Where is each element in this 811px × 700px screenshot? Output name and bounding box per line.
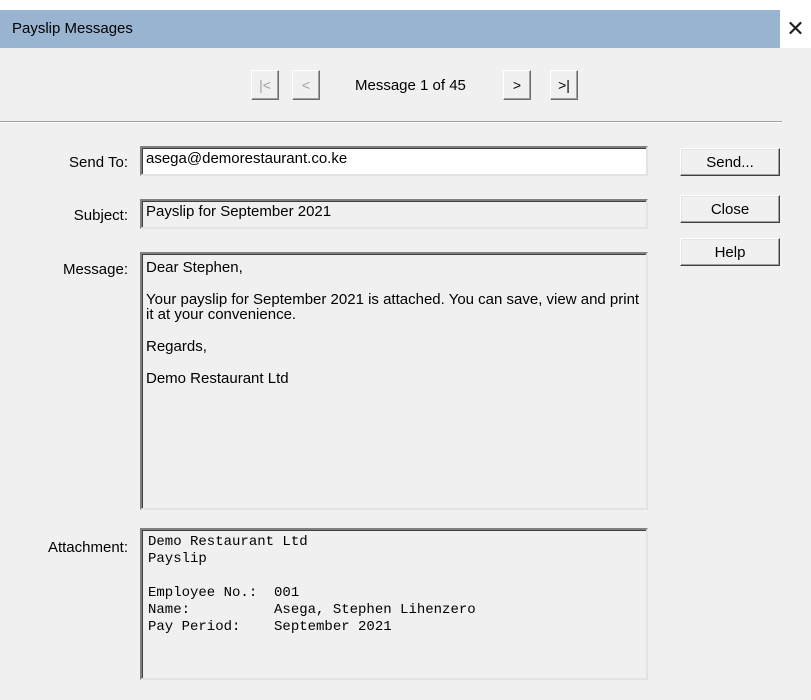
close-icon[interactable]: ✕ <box>780 10 811 48</box>
attachment-label: Attachment: <box>47 539 128 556</box>
message-line: Demo Restaurant Ltd <box>146 370 289 387</box>
close-button[interactable]: Close <box>680 195 780 223</box>
title-bar: Payslip Messages ✕ <box>0 0 811 48</box>
next-message-button[interactable]: > <box>503 70 531 100</box>
attachment-preview[interactable]: Demo Restaurant Ltd Payslip Employee No.: … <box>140 528 648 680</box>
attachment-line: Demo Restaurant Ltd <box>148 534 308 550</box>
attachment-line: Pay Period: September 2021 <box>148 619 392 635</box>
message-line: Dear Stephen, <box>146 259 243 276</box>
help-button[interactable]: Help <box>680 238 780 266</box>
send-button[interactable]: Send... <box>680 148 780 176</box>
message-navigator: |< < Message 1 of 45 > >| <box>0 64 811 110</box>
attachment-line: Payslip <box>148 551 207 567</box>
attachment-line: Name: Asega, Stephen Lihenzero <box>148 602 476 618</box>
attachment-line <box>148 568 640 585</box>
message-line: Regards, <box>146 338 207 355</box>
subject-label: Subject: <box>73 207 128 224</box>
window-title: Payslip Messages <box>12 20 133 37</box>
attachment-line: Employee No.: 001 <box>148 585 300 601</box>
message-body[interactable]: Dear Stephen, Your payslip for September… <box>140 252 648 510</box>
message-counter: Message 1 of 45 <box>355 77 466 94</box>
send-to-field[interactable]: asega@demorestaurant.co.ke <box>140 146 648 176</box>
message-label: Message: <box>62 261 128 278</box>
send-to-label: Send To: <box>69 154 128 171</box>
divider <box>0 121 782 123</box>
first-message-button[interactable]: |< <box>251 70 279 100</box>
previous-message-button[interactable]: < <box>292 70 320 100</box>
subject-field[interactable]: Payslip for September 2021 <box>140 199 648 229</box>
message-line: Your payslip for September 2021 is attac… <box>146 291 640 323</box>
last-message-button[interactable]: >| <box>550 70 578 100</box>
